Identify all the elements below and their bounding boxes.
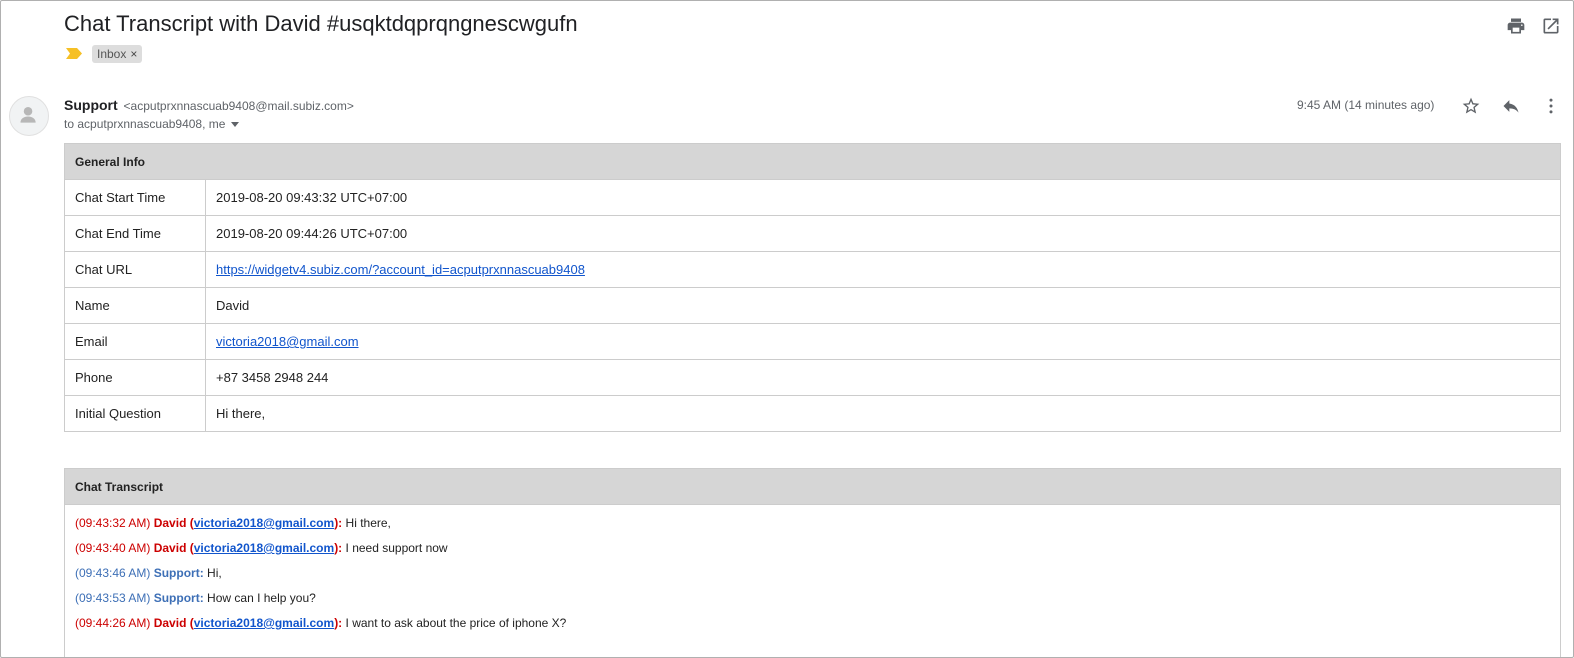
sender-line: Support <acputprxnnascuab9408@mail.subiz… [64, 97, 354, 113]
row-label: Chat Start Time [64, 179, 206, 216]
sender-name[interactable]: Support [64, 97, 118, 113]
sender-email: <acputprxnnascuab9408@mail.subiz.com> [123, 99, 354, 113]
transcript-lines: (09:43:32 AM) David (victoria2018@gmail.… [65, 505, 1560, 639]
table-row: Phone +87 3458 2948 244 [64, 359, 1561, 396]
table-row: Email victoria2018@gmail.com [64, 323, 1561, 360]
row-label: Phone [64, 359, 206, 396]
message-time: (09:44:26 AM) [75, 616, 151, 630]
paren-open: ( [186, 516, 194, 530]
message-author: David [153, 541, 187, 555]
recipients-line: to acputprxnnascuab9408, me [64, 117, 240, 131]
chat-url-link[interactable]: https://widgetv4.subiz.com/?account_id=a… [216, 262, 585, 277]
email-link[interactable]: victoria2018@gmail.com [216, 334, 359, 349]
message-author: Support: [153, 566, 204, 580]
chevron-down-icon[interactable] [231, 122, 240, 128]
row-value: David [205, 287, 1561, 324]
person-icon [20, 106, 36, 123]
chat-transcript-panel: Chat Transcript (09:43:32 AM) David (vic… [64, 468, 1561, 657]
transcript-line: (09:43:32 AM) David (victoria2018@gmail.… [75, 514, 1560, 539]
print-icon[interactable] [1506, 16, 1526, 36]
row-value: 2019-08-20 09:43:32 UTC+07:00 [205, 179, 1561, 216]
row-label: Chat URL [64, 251, 206, 288]
message-time: (09:43:32 AM) [75, 516, 151, 530]
message-author: David [153, 616, 187, 630]
table-row: Chat End Time 2019-08-20 09:44:26 UTC+07… [64, 215, 1561, 252]
remove-label-icon[interactable]: × [130, 47, 137, 61]
message-text: Hi, [203, 566, 222, 580]
more-vert-icon[interactable] [1541, 96, 1561, 116]
importance-marker-icon[interactable] [65, 47, 83, 60]
transcript-line: (09:43:46 AM) Support: Hi, [75, 564, 1560, 589]
table-row: Chat Start Time 2019-08-20 09:43:32 UTC+… [64, 179, 1561, 216]
message-text: I want to ask about the price of iphone … [342, 616, 567, 630]
paren-open: ( [186, 616, 194, 630]
transcript-line: (09:43:40 AM) David (victoria2018@gmail.… [75, 539, 1560, 564]
inbox-label-text: Inbox [97, 47, 127, 61]
row-value: Hi there, [205, 395, 1561, 432]
paren-open: ( [186, 541, 194, 555]
row-value-cell: https://widgetv4.subiz.com/?account_id=a… [205, 251, 1561, 288]
inbox-label-chip: Inbox × [92, 45, 143, 63]
table-row: Name David [64, 287, 1561, 324]
table-row: Initial Question Hi there, [64, 395, 1561, 432]
author-email-link[interactable]: victoria2018@gmail.com [194, 516, 334, 530]
email-subject: Chat Transcript with David #usqktdqprqng… [64, 11, 578, 36]
message-author: David [153, 516, 187, 530]
sender-avatar [9, 96, 49, 136]
message-time: (09:43:46 AM) [75, 566, 151, 580]
row-value-cell: victoria2018@gmail.com [205, 323, 1561, 360]
recipients-text: to acputprxnnascuab9408, me [64, 117, 226, 131]
transcript-line: (09:44:26 AM) David (victoria2018@gmail.… [75, 614, 1560, 639]
row-label: Email [64, 323, 206, 360]
table-row: Chat URL https://widgetv4.subiz.com/?acc… [64, 251, 1561, 288]
message-time: (09:43:40 AM) [75, 541, 151, 555]
row-label: Initial Question [64, 395, 206, 432]
open-in-new-window-icon[interactable] [1541, 16, 1561, 36]
message-author: Support: [153, 591, 204, 605]
author-email-link[interactable]: victoria2018@gmail.com [194, 616, 334, 630]
row-label: Name [64, 287, 206, 324]
general-info-table: General Info Chat Start Time 2019-08-20 … [64, 143, 1561, 432]
star-icon[interactable] [1461, 96, 1481, 116]
table-header-row: General Info [64, 143, 1561, 180]
row-value: +87 3458 2948 244 [205, 359, 1561, 396]
paren-close: ): [334, 616, 343, 630]
row-label: Chat End Time [64, 215, 206, 252]
general-info-header: General Info [64, 143, 1561, 180]
email-view: Chat Transcript with David #usqktdqprqng… [0, 0, 1574, 658]
paren-close: ): [334, 541, 343, 555]
message-time: (09:43:53 AM) [75, 591, 151, 605]
email-timestamp: 9:45 AM (14 minutes ago) [1297, 98, 1435, 112]
row-value: 2019-08-20 09:44:26 UTC+07:00 [205, 215, 1561, 252]
message-text: I need support now [342, 541, 448, 555]
chat-transcript-header: Chat Transcript [65, 469, 1560, 505]
message-text: How can I help you? [203, 591, 316, 605]
paren-close: ): [334, 516, 343, 530]
transcript-line: (09:43:53 AM) Support: How can I help yo… [75, 589, 1560, 614]
author-email-link[interactable]: victoria2018@gmail.com [194, 541, 334, 555]
message-text: Hi there, [342, 516, 391, 530]
reply-icon[interactable] [1501, 96, 1521, 116]
